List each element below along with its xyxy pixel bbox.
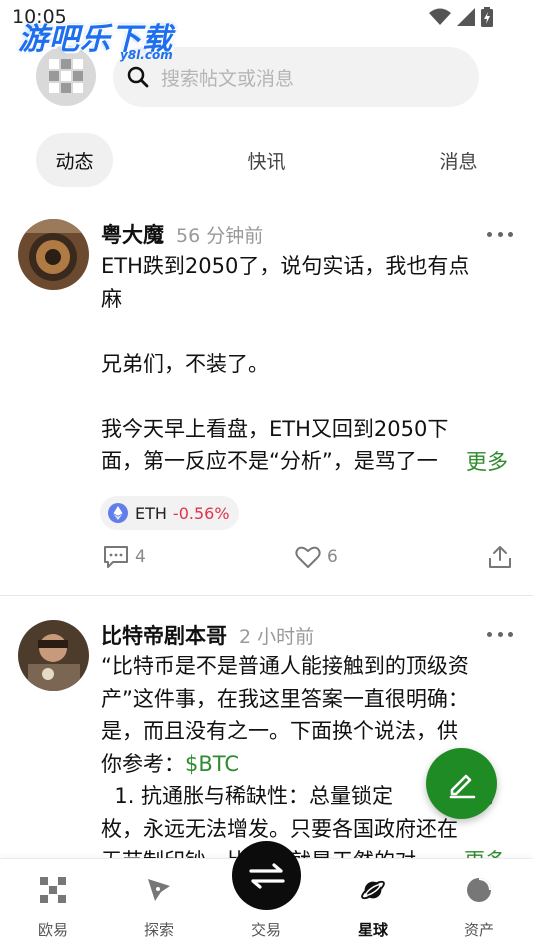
watermark-url: y8l.com [120, 48, 173, 62]
compass-icon [146, 877, 172, 903]
cashtag-link[interactable]: $BTC [185, 752, 239, 776]
post-line: “比特币是不是普通人能接触到的顶级资 [101, 654, 469, 678]
post-card[interactable]: 比特帝剧本哥 2 小时前 “比特币是不是普通人能接触到的顶级资 产”这件事，在我这… [0, 596, 533, 878]
trade-center-button[interactable] [232, 841, 301, 910]
post-author[interactable]: 比特帝剧本哥 2 小时前 [101, 620, 314, 650]
comment-button[interactable]: 4 [103, 545, 146, 569]
comment-count: 4 [135, 547, 146, 567]
post-time: 56 分钟前 [176, 225, 264, 247]
post-line-text: 你参考： [101, 751, 185, 776]
post-content[interactable]: ETH跌到2050了，说句实话，我也有点 麻 兄弟们，不装了。 我今天早上看盘，… [101, 250, 521, 478]
nav-item-explore[interactable]: 探索 [106, 859, 212, 948]
like-button[interactable]: 6 [295, 545, 338, 569]
heart-icon [295, 546, 321, 568]
like-count: 6 [327, 547, 338, 567]
pie-chart-icon [466, 877, 492, 903]
share-button[interactable] [488, 545, 512, 569]
more-options-icon[interactable] [487, 630, 513, 638]
author-avatar[interactable] [18, 219, 89, 290]
compose-button[interactable] [426, 748, 497, 819]
ticker-chip[interactable]: ETH -0.56% [100, 496, 239, 530]
swap-arrows-icon [248, 862, 285, 889]
author-name: 粤大魔 [101, 223, 164, 247]
pencil-icon [449, 774, 475, 798]
post-line [101, 315, 521, 348]
nav-item-planet[interactable]: 星球 [320, 859, 426, 948]
author-avatar[interactable] [18, 620, 89, 691]
nav-item-assets[interactable]: 资产 [426, 859, 532, 948]
more-link[interactable]: 更多 [458, 446, 508, 479]
ticker-symbol: ETH [135, 503, 167, 523]
nav-item-okx[interactable]: 欧易 [0, 859, 106, 948]
more-label: 更多 [466, 450, 508, 474]
share-icon [489, 546, 511, 568]
post-actions: 4 6 [0, 545, 533, 579]
author-name: 比特帝剧本哥 [101, 624, 227, 648]
more-options-icon[interactable] [487, 230, 513, 238]
nav-label: 探索 [143, 921, 174, 939]
post-line-text: 1. 抗通胀与稀缺性：总量锁定 [101, 784, 394, 808]
planet-icon [360, 877, 386, 903]
post-line: 是，而且没有之一。下面换个说法，供 [101, 719, 458, 743]
ethereum-icon [108, 503, 128, 523]
post-line: ETH跌到2050了，说句实话，我也有点 [101, 254, 470, 278]
post-line: 产”这件事，在我这里答案一直很明确： [101, 686, 469, 711]
post-line [101, 380, 521, 413]
post-time: 2 小时前 [239, 626, 315, 648]
post-card[interactable]: 粤大魔 56 分钟前 ETH跌到2050了，说句实话，我也有点 麻 兄弟们，不装了… [0, 0, 533, 596]
nav-label: 交易 [250, 921, 281, 939]
okx-logo-icon [40, 877, 66, 903]
post-line: 兄弟们，不装了。 [101, 351, 269, 376]
comment-icon [104, 546, 128, 568]
post-line: 我今天早上看盘，ETH又回到2050下 [101, 416, 449, 441]
post-line-text: 面，第一反应不是“分析”，是骂了一 [101, 449, 438, 473]
ticker-change: -0.56% [172, 503, 230, 523]
post-author[interactable]: 粤大魔 56 分钟前 [101, 219, 263, 249]
nav-label: 资产 [463, 921, 494, 939]
nav-label: 星球 [357, 921, 388, 939]
post-line: 麻 [101, 286, 122, 311]
nav-label: 欧易 [37, 921, 68, 939]
